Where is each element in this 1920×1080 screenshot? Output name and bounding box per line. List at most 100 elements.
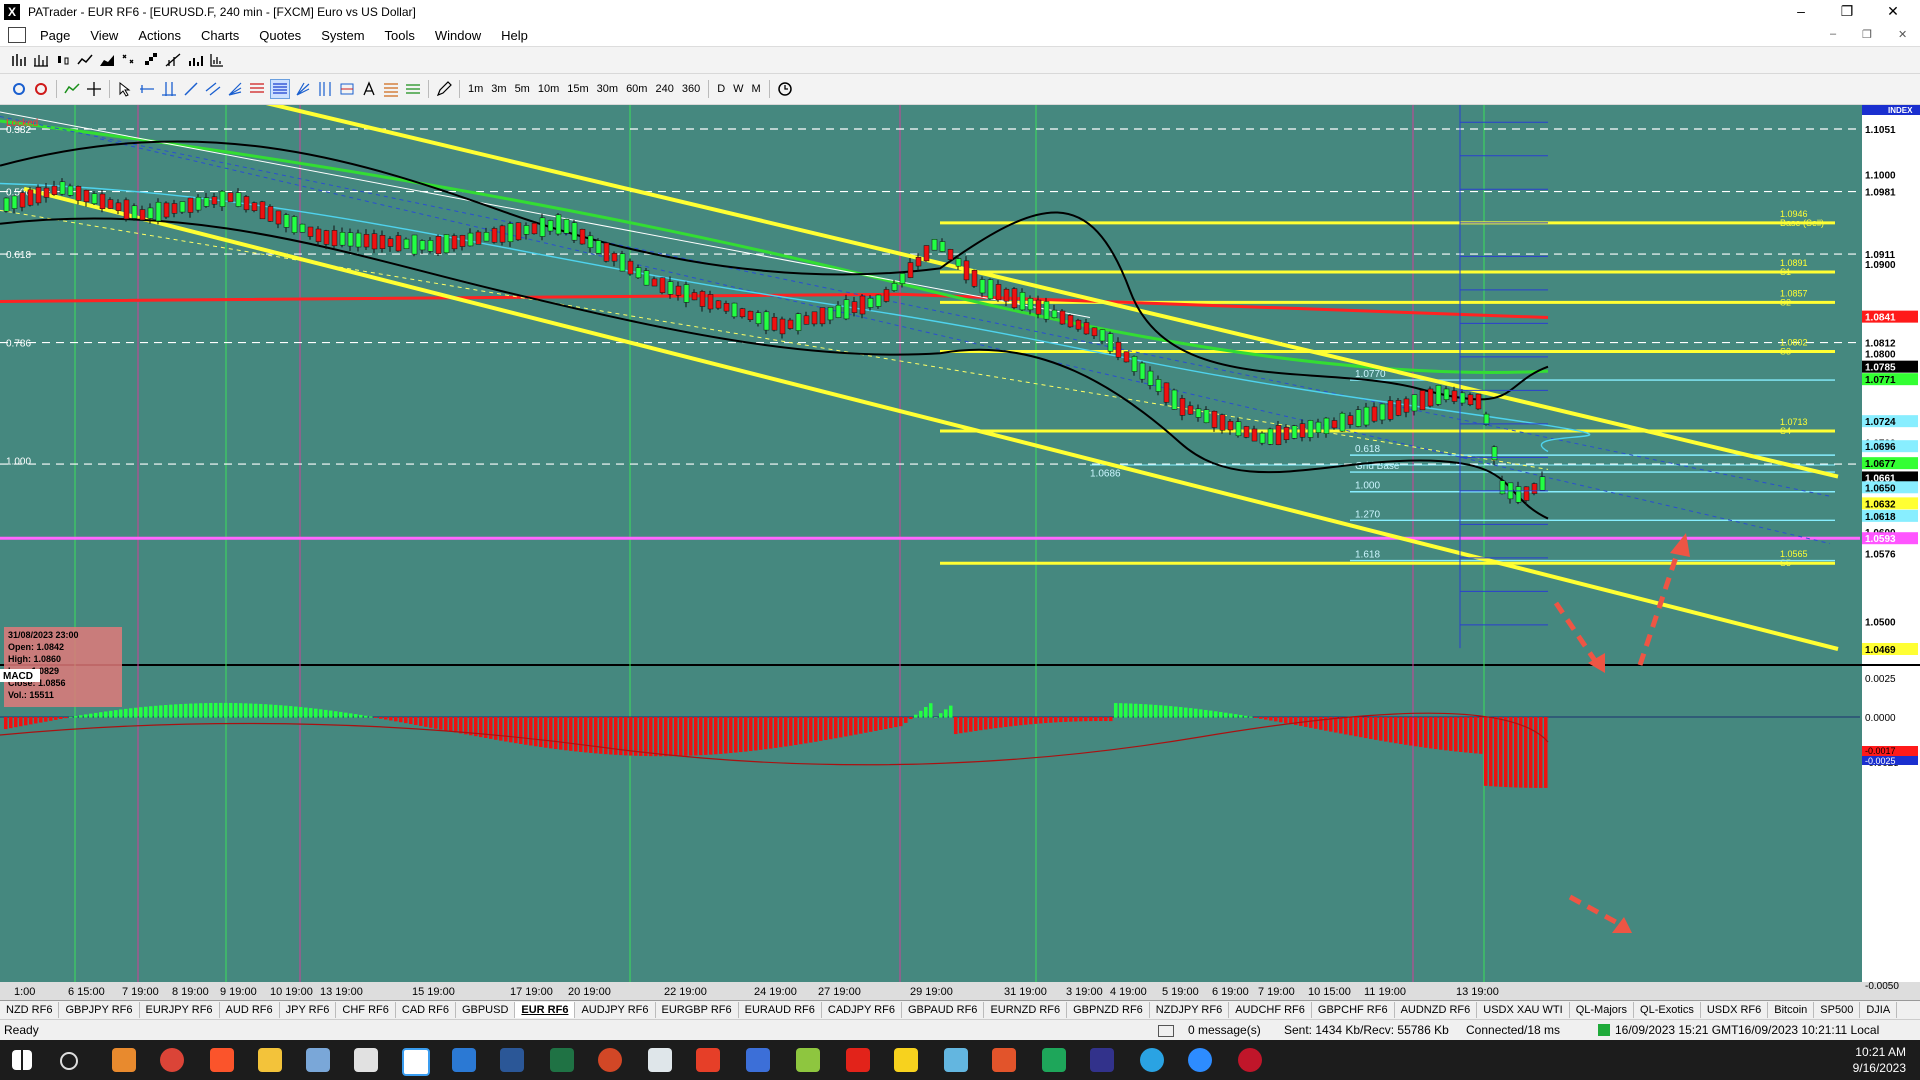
sync-blue-icon[interactable] [10,80,28,98]
mdi-restore-button[interactable]: ❐ [1862,28,1872,41]
taskbar-app-icon[interactable] [696,1048,720,1072]
taskbar-app-icon[interactable] [1042,1048,1066,1072]
tab-audchf-rf6[interactable]: AUDCHF RF6 [1229,1002,1312,1018]
tab-aud-rf6[interactable]: AUD RF6 [220,1002,280,1018]
tab-nzd-rf6[interactable]: NZD RF6 [0,1002,60,1018]
taskbar-app-icon[interactable] [648,1048,672,1072]
candle-chart-icon[interactable] [54,51,72,69]
chart-area[interactable]: 0.382 0.500 0.618 0.786 1.000 1.0946 Base (Sel… [0,105,1920,1005]
tab-eurnzd-rf6[interactable]: EURNZD RF6 [984,1002,1068,1018]
menu-charts[interactable]: Charts [191,28,249,43]
patrader-icon[interactable] [402,1048,430,1076]
menu-actions[interactable]: Actions [128,28,191,43]
tab-euraud-rf6[interactable]: EURAUD RF6 [739,1002,822,1018]
tab-chf-rf6[interactable]: CHF RF6 [336,1002,396,1018]
menu-quotes[interactable]: Quotes [249,28,311,43]
taskbar-app-icon[interactable] [1090,1048,1114,1072]
price-chart[interactable]: 0.3820.5000.6180.7861.0001.0946Base (Sel… [0,105,1920,1000]
tab-gbpchf-rf6[interactable]: GBPCHF RF6 [1312,1002,1395,1018]
clock-icon[interactable] [776,80,794,98]
grid-tool-icon[interactable] [382,80,400,98]
timeframe-d[interactable]: D [713,83,729,95]
calculator-icon[interactable] [452,1048,476,1072]
fibonacci-icon[interactable] [248,80,266,98]
telegram-icon[interactable] [1140,1048,1164,1072]
taskbar-app-icon[interactable] [944,1048,968,1072]
menu-help[interactable]: Help [491,28,538,43]
taskbar-app-icon[interactable] [354,1048,378,1072]
taskbar-app-icon[interactable] [894,1048,918,1072]
levels-tool-icon[interactable] [404,80,422,98]
tab-ql-exotics[interactable]: QL-Exotics [1634,1002,1701,1018]
pen-tool-icon[interactable] [435,80,453,98]
tab-bitcoin[interactable]: Bitcoin [1768,1002,1815,1018]
histogram-icon[interactable] [208,51,226,69]
fan-icon[interactable] [226,80,244,98]
pointer-icon[interactable] [116,80,134,98]
timeframe-360[interactable]: 360 [678,83,704,95]
timeframe-15m[interactable]: 15m [563,83,592,95]
minimize-button[interactable]: – [1778,0,1824,24]
tab-usdx-rf6[interactable]: USDX RF6 [1701,1002,1769,1018]
bar-chart-alt-icon[interactable] [32,51,50,69]
renko-chart-icon[interactable] [142,51,160,69]
powerpoint-icon[interactable] [598,1048,622,1072]
area-chart-icon[interactable] [98,51,116,69]
tab-cad-rf6[interactable]: CAD RF6 [396,1002,456,1018]
vertical-line-icon[interactable] [160,80,178,98]
zoom-icon[interactable] [1188,1048,1212,1072]
tab-audnzd-rf6[interactable]: AUDNZD RF6 [1395,1002,1478,1018]
mdi-minimize-button[interactable]: – [1830,28,1836,40]
crosshair-icon[interactable] [85,80,103,98]
search-icon[interactable] [60,1052,78,1070]
tab-nzdjpy-rf6[interactable]: NZDJPY RF6 [1150,1002,1230,1018]
tab-gbpaud-rf6[interactable]: GBPAUD RF6 [902,1002,985,1018]
brave-icon[interactable] [210,1048,234,1072]
windows-start-icon[interactable] [12,1050,32,1070]
tab-jpy-rf6[interactable]: JPY RF6 [280,1002,337,1018]
chrome-icon[interactable] [160,1048,184,1072]
timeframe-10m[interactable]: 10m [534,83,563,95]
indicator-icon[interactable] [63,80,81,98]
pnf-chart-icon[interactable] [120,51,138,69]
taskbar-app-icon[interactable] [992,1048,1016,1072]
tab-eur-rf6[interactable]: EUR RF6 [515,1002,576,1018]
menu-tools[interactable]: Tools [375,28,425,43]
taskbar-app-icon[interactable] [746,1048,770,1072]
tab-djia[interactable]: DJIA [1860,1002,1898,1018]
close-button[interactable]: ✕ [1870,0,1916,24]
timeframe-3m[interactable]: 3m [487,83,510,95]
tab-ql-majors[interactable]: QL-Majors [1570,1002,1635,1018]
channel-icon[interactable] [204,80,222,98]
tab-usdx-xau-wti[interactable]: USDX XAU WTI [1477,1002,1570,1018]
tab-sp500[interactable]: SP500 [1814,1002,1861,1018]
taskbar-app-icon[interactable] [846,1048,870,1072]
horizontal-line-icon[interactable] [138,80,156,98]
status-messages[interactable]: 0 message(s) [1188,1023,1261,1037]
fib-time-icon[interactable] [316,80,334,98]
trend-chart-icon[interactable] [164,51,182,69]
fib-extension-icon[interactable] [270,79,290,99]
volume-chart-icon[interactable] [186,51,204,69]
tab-gbpusd[interactable]: GBPUSD [456,1002,516,1018]
tab-audjpy-rf6[interactable]: AUDJPY RF6 [575,1002,656,1018]
sync-red-icon[interactable] [32,80,50,98]
taskbar-app-icon[interactable] [1238,1048,1262,1072]
word-icon[interactable] [500,1048,524,1072]
tab-gbpnzd-rf6[interactable]: GBPNZD RF6 [1067,1002,1150,1018]
menu-view[interactable]: View [80,28,128,43]
taskbar-app-icon[interactable] [306,1048,330,1072]
text-tool-icon[interactable] [360,80,378,98]
timeframe-240[interactable]: 240 [651,83,677,95]
timeframe-1m[interactable]: 1m [464,83,487,95]
line-chart-icon[interactable] [76,51,94,69]
menu-system[interactable]: System [311,28,374,43]
excel-icon[interactable] [550,1048,574,1072]
taskbar-app-icon[interactable] [112,1048,136,1072]
mdi-close-button[interactable]: ✕ [1898,28,1907,41]
gann-box-icon[interactable] [338,80,356,98]
file-explorer-icon[interactable] [258,1048,282,1072]
timeframe-w[interactable]: W [729,83,747,95]
tab-eurjpy-rf6[interactable]: EURJPY RF6 [140,1002,220,1018]
trendline-icon[interactable] [182,80,200,98]
